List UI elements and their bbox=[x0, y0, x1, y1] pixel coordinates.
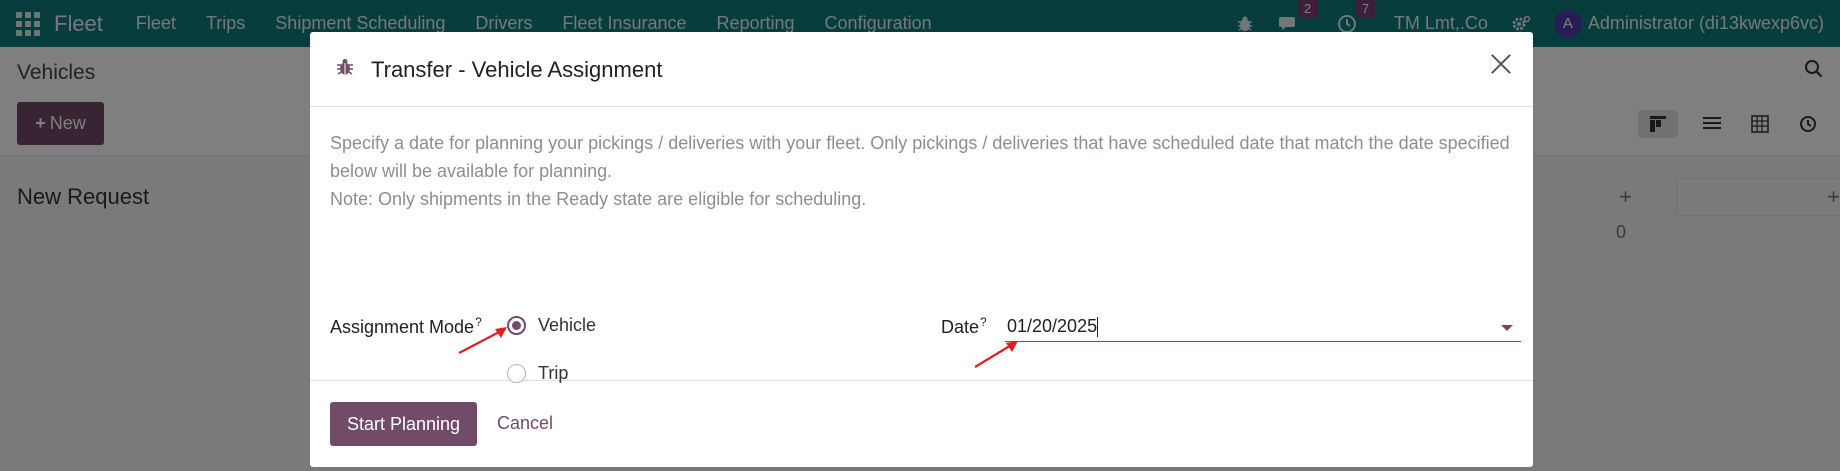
help-tooltip-icon[interactable]: ? bbox=[980, 315, 987, 329]
date-field[interactable]: 01/20/2025 bbox=[1005, 312, 1521, 342]
date-label: Date? bbox=[941, 315, 987, 338]
text-cursor bbox=[1097, 316, 1099, 337]
radio-label-vehicle[interactable]: Vehicle bbox=[538, 315, 596, 336]
modal-body: Specify a date for planning your picking… bbox=[310, 107, 1533, 383]
date-field-value[interactable]: 01/20/2025 bbox=[1007, 316, 1097, 337]
modal-footer: Start Planning Cancel bbox=[310, 381, 1533, 467]
date-label-text: Date bbox=[941, 317, 980, 337]
debug-bug-icon[interactable] bbox=[335, 57, 355, 77]
close-icon[interactable] bbox=[1487, 50, 1515, 78]
cancel-button[interactable]: Cancel bbox=[497, 413, 553, 434]
help-text-note: Note: Only shipments in the Ready state … bbox=[330, 189, 867, 209]
help-text-line: Specify a date for planning your picking… bbox=[330, 133, 1510, 181]
radio-option-vehicle[interactable]: Vehicle bbox=[507, 315, 596, 336]
caret-down-icon[interactable] bbox=[1501, 325, 1513, 331]
help-text: Specify a date for planning your picking… bbox=[330, 129, 1510, 213]
assignment-mode-label-text: Assignment Mode bbox=[330, 317, 475, 337]
vehicle-assignment-dialog: Transfer - Vehicle Assignment Specify a … bbox=[310, 32, 1533, 467]
annotation-arrow-icon bbox=[458, 327, 507, 354]
start-planning-button[interactable]: Start Planning bbox=[330, 402, 477, 446]
modal-title: Transfer - Vehicle Assignment bbox=[371, 57, 663, 82]
modal-header: Transfer - Vehicle Assignment bbox=[310, 32, 1533, 107]
annotation-arrow-icon bbox=[974, 341, 1018, 368]
